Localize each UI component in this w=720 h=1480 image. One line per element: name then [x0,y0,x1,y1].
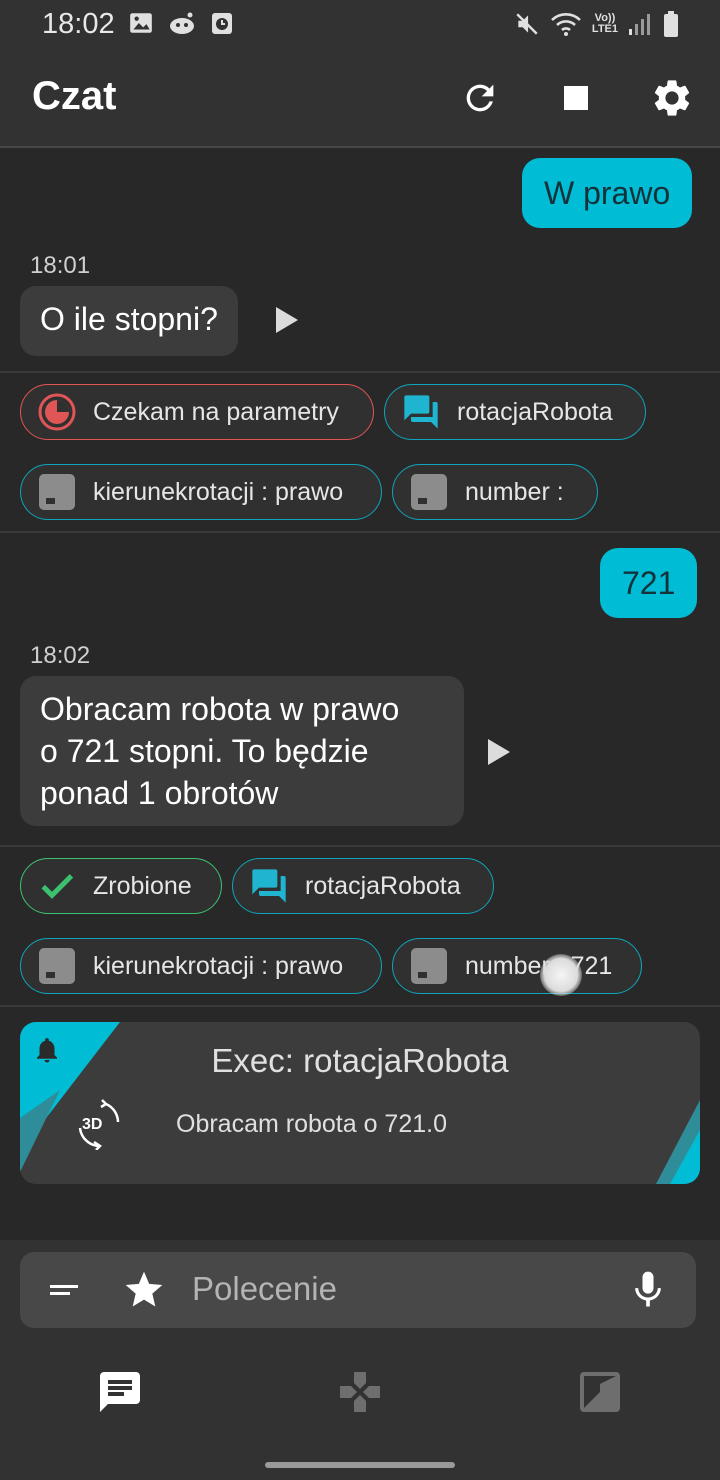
chat-icon [401,392,441,432]
exec-title: Exec: rotacjaRobota [211,1042,509,1079]
play-tts-button[interactable] [268,302,304,343]
user-message-text: 721 [622,564,676,601]
menu-lines-icon [50,1285,78,1295]
play-icon [276,307,298,333]
star-icon [125,1271,163,1307]
user-message-bubble: W prawo [522,158,693,228]
check-icon [37,866,77,906]
message-timestamp: 18:02 [30,642,91,669]
stop-button[interactable] [550,72,602,124]
status-time: 18:02 [42,8,115,40]
home-indicator[interactable] [265,1462,455,1468]
parameter-chip[interactable]: number : 721 [392,938,642,994]
chat-icon [249,866,289,906]
wifi-icon [551,13,581,36]
menu-lines-button[interactable] [44,1270,84,1310]
message-timestamp: 18:01 [30,252,91,279]
app-bar: Czat [0,50,720,148]
divider [0,845,720,847]
command-input[interactable]: Polecenie [192,1270,337,1308]
rotate-3d-icon: 3D [78,1099,120,1150]
mic-button[interactable] [626,1268,670,1312]
stop-icon [564,86,588,110]
user-message-text: W prawo [544,174,671,211]
network-label-bottom: LTE1 [591,23,618,35]
svg-text:3D: 3D [82,1116,102,1133]
bot-message-bubble: O ile stopni? [20,286,238,356]
gamepad-tab-icon [340,1372,380,1412]
settings-button[interactable] [646,72,698,124]
exec-text: Obracam robota o 721.0 [176,1110,447,1138]
chip-label: number : 721 [465,951,613,980]
chip-label: Czekam na parametry [93,397,339,426]
parameter-chip[interactable]: kierunekrotacji : prawo [20,464,382,520]
mute-icon [516,13,538,35]
parameter-icon [409,946,449,986]
chip-label: number : [465,477,564,506]
user-message-bubble: 721 [600,548,698,618]
play-tts-button[interactable] [480,734,516,775]
parameter-chip[interactable]: kierunekrotacji : prawo [20,938,382,994]
mic-icon [635,1271,661,1307]
divider [0,531,720,533]
tab-map[interactable] [574,1366,626,1418]
favorites-button[interactable] [122,1268,166,1312]
parameter-icon [37,946,77,986]
parameter-icon [37,472,77,512]
parameter-chip[interactable]: number : [392,464,598,520]
chip-label: rotacjaRobota [457,397,613,426]
refresh-icon [466,84,494,112]
tab-gamepad[interactable] [334,1366,386,1418]
touch-indicator [540,954,582,996]
image-icon [130,13,152,33]
bot-message-text: O ile stopni? [40,301,218,337]
bot-message-line: o 721 stopni. To będzie [40,733,369,769]
chip-label: kierunekrotacji : prawo [93,951,344,980]
bot-message-line: Obracam robota w prawo [40,691,400,727]
chat-tab-icon [100,1372,140,1412]
chip-label: rotacjaRobota [305,871,461,900]
status-chip-pending[interactable]: Czekam na parametry [20,384,374,440]
map-tab-icon [580,1372,620,1412]
divider [0,371,720,373]
page-title: Czat [32,74,117,118]
play-icon [488,739,510,765]
intent-chip[interactable]: rotacjaRobota [384,384,646,440]
battery-icon [664,11,678,37]
exec-card[interactable]: Exec: rotacjaRobota 3D Obracam robota o … [20,1022,700,1184]
intent-chip[interactable]: rotacjaRobota [232,858,494,914]
status-system-icons: Vo)) LTE1 [514,10,680,38]
settings-icon [654,80,690,116]
chip-label: kierunekrotacji : prawo [93,477,344,506]
bot-message-line: ponad 1 obrotów [40,775,279,811]
status-notification-icons [128,10,234,36]
status-chip-done[interactable]: Zrobione [20,858,222,914]
refresh-button[interactable] [454,72,506,124]
pending-icon [37,392,77,432]
clock-app-icon [212,13,232,34]
status-bar: 18:02 Vo)) LTE1 [0,0,720,50]
parameter-icon [409,472,449,512]
chip-label: Zrobione [93,871,192,900]
tab-chat[interactable] [94,1366,146,1418]
command-input-bar[interactable]: Polecenie [20,1252,696,1328]
signal-icon [629,14,650,35]
reddit-icon [170,12,194,34]
card-corner-decoration [656,1100,700,1184]
bot-message-bubble: Obracam robota w prawo o 721 stopni. To … [20,676,464,826]
divider [0,1005,720,1007]
volte-lte-icon: Vo)) LTE1 [592,13,618,35]
